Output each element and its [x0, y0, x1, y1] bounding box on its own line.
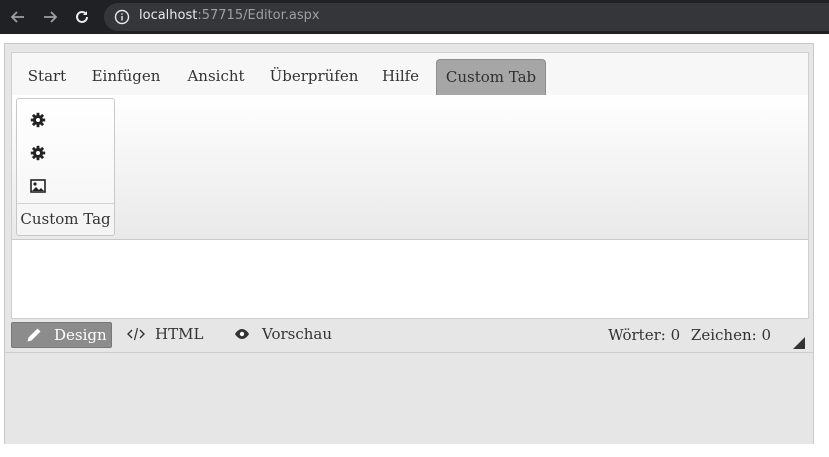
custom-image-button[interactable]	[26, 174, 50, 198]
reload-button[interactable]	[72, 7, 92, 27]
tab-einfuegen[interactable]: Einfügen	[88, 59, 164, 94]
ribbon-group-label: Custom Tag	[17, 203, 114, 235]
html-mode-button[interactable]: HTML	[127, 322, 207, 346]
url-path: :57715/Editor.aspx	[197, 8, 320, 23]
info-icon[interactable]	[114, 9, 130, 29]
words-count: 0	[670, 326, 681, 344]
tab-ueberpruefen[interactable]: Überprüfen	[266, 59, 362, 94]
forward-button[interactable]	[40, 7, 60, 27]
editor-frame: Start Einfügen Ansicht Überprüfen Hilfe …	[11, 52, 809, 319]
tab-custom[interactable]: Custom Tab	[436, 59, 546, 95]
word-char-count: Wörter: 0 Zeichen: 0	[608, 326, 771, 344]
tab-ansicht[interactable]: Ansicht	[183, 59, 249, 94]
preview-mode-button[interactable]: Vorschau	[234, 322, 334, 346]
words-label: Wörter:	[608, 326, 666, 344]
editor-content-area[interactable]	[12, 241, 808, 317]
design-mode-label: Design	[54, 326, 107, 344]
image-icon	[30, 179, 46, 193]
back-button[interactable]	[8, 7, 28, 27]
html-mode-label: HTML	[155, 325, 204, 343]
browser-toolbar: localhost:57715/Editor.aspx	[0, 0, 829, 34]
url-text[interactable]: localhost:57715/Editor.aspx	[139, 8, 320, 23]
code-icon	[127, 327, 145, 341]
ribbon-tabbar: Start Einfügen Ansicht Überprüfen Hilfe …	[12, 53, 808, 96]
mode-bar: Design HTML Vorschau Wörter: 0 Zeichen: …	[11, 322, 807, 352]
custom-gear-button-2[interactable]	[26, 141, 50, 165]
editor-bottom-area	[5, 352, 813, 444]
arrow-right-icon	[44, 11, 58, 23]
reload-icon	[76, 10, 88, 23]
chars-label: Zeichen:	[690, 326, 757, 344]
resize-handle-icon[interactable]	[793, 337, 805, 349]
pencil-icon	[27, 328, 41, 342]
eye-icon	[235, 329, 249, 339]
chars-count: 0	[761, 326, 771, 344]
url-host: localhost	[139, 8, 198, 23]
ribbon-panel: Custom Tag	[12, 95, 808, 240]
custom-gear-button-1[interactable]	[26, 108, 50, 132]
gear-icon	[30, 112, 46, 128]
arrow-left-icon	[10, 11, 24, 23]
tab-start[interactable]: Start	[24, 59, 70, 94]
ribbon-group-custom-tag: Custom Tag	[16, 98, 115, 236]
preview-mode-label: Vorschau	[262, 325, 333, 343]
design-mode-button[interactable]: Design	[11, 322, 112, 348]
gear-icon	[30, 145, 46, 161]
tab-hilfe[interactable]: Hilfe	[378, 59, 423, 94]
html-editor: Start Einfügen Ansicht Überprüfen Hilfe …	[4, 43, 814, 444]
